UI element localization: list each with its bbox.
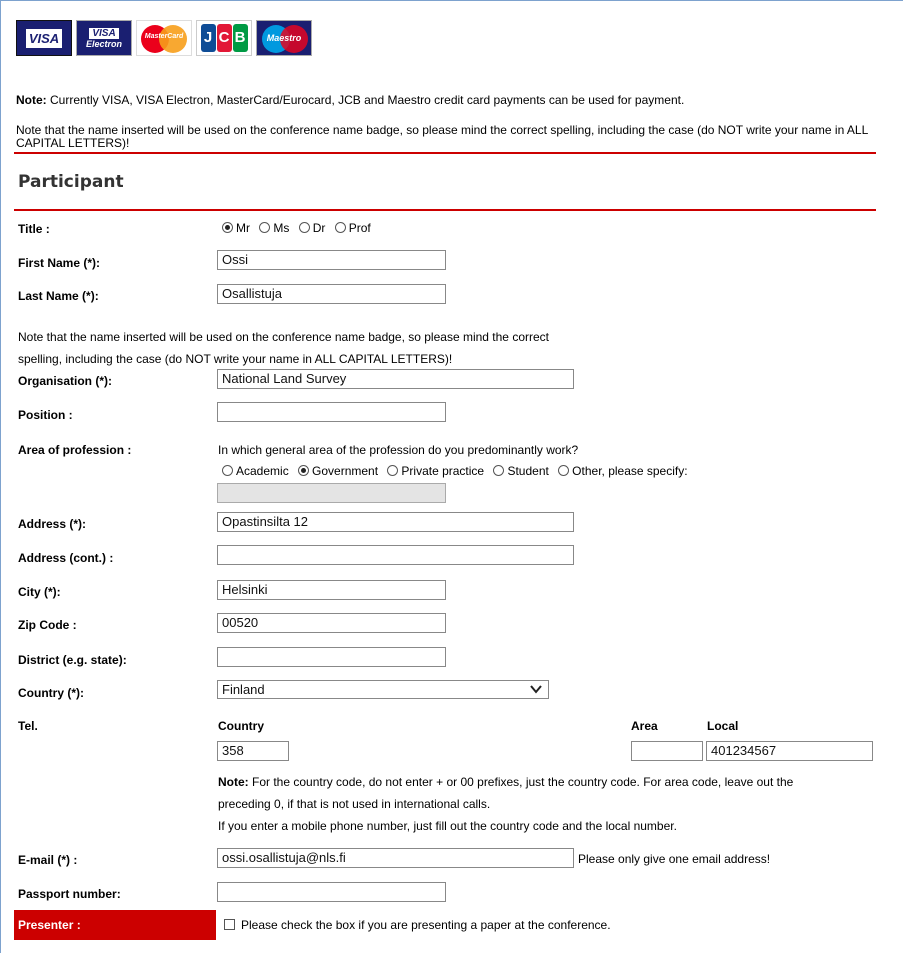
area-question: In which general area of the profession …: [218, 443, 579, 457]
visa-logo: VISA: [16, 20, 72, 56]
email-input[interactable]: ossi.osallistuja@nls.fi: [217, 848, 574, 868]
address2-input[interactable]: [217, 545, 574, 565]
position-label: Position :: [18, 408, 73, 422]
first-name-label: First Name (*):: [18, 256, 101, 270]
country-select-value: Finland: [222, 682, 265, 697]
city-label: City (*):: [18, 585, 61, 599]
zip-label: Zip Code :: [18, 618, 77, 632]
city-input[interactable]: Helsinki: [217, 580, 446, 600]
visa-electron-logo: VISA Electron: [76, 20, 132, 56]
divider: [14, 152, 876, 154]
address-input[interactable]: Opastinsilta 12: [217, 512, 574, 532]
name-note: Note that the name inserted will be used…: [18, 330, 549, 366]
presenter-text: Please check the box if you are presenti…: [241, 918, 611, 932]
title-radio-group: Mr Ms Dr Prof: [222, 221, 377, 235]
passport-input[interactable]: [217, 882, 446, 902]
address-label: Address (*):: [18, 517, 87, 531]
payment-note: Note: Currently VISA, VISA Electron, Mas…: [16, 93, 685, 107]
chevron-down-icon: [530, 683, 542, 698]
tel-local-input[interactable]: 401234567: [706, 741, 873, 761]
radio-icon[interactable]: [298, 465, 310, 476]
title-option-mr[interactable]: Mr: [222, 221, 250, 235]
radio-icon[interactable]: [298, 222, 310, 233]
presenter-checkbox-row[interactable]: Please check the box if you are presenti…: [224, 918, 611, 932]
mastercard-logo: MasterCard: [136, 20, 192, 56]
tel-area-header: Area: [631, 719, 658, 733]
name-badge-note: Note that the name inserted will be used…: [16, 123, 868, 150]
radio-icon[interactable]: [334, 222, 346, 233]
radio-icon[interactable]: [558, 465, 570, 476]
presenter-checkbox[interactable]: [224, 919, 235, 930]
title-option-dr[interactable]: Dr: [298, 221, 325, 235]
tel-country-header: Country: [218, 719, 264, 733]
last-name-label: Last Name (*):: [18, 289, 99, 303]
email-hint: Please only give one email address!: [578, 852, 771, 866]
area-other-input[interactable]: [217, 483, 446, 503]
last-name-input[interactable]: Osallistuja: [217, 284, 446, 304]
position-input[interactable]: [217, 402, 446, 422]
area-option-private[interactable]: Private practice: [387, 464, 484, 478]
presenter-label: Presenter :: [14, 910, 216, 940]
organisation-label: Organisation (*):: [18, 374, 113, 388]
passport-label: Passport number:: [18, 887, 121, 901]
maestro-logo: Maestro: [256, 20, 312, 56]
title-option-ms[interactable]: Ms: [259, 221, 289, 235]
country-select[interactable]: Finland: [217, 680, 549, 699]
area-option-government[interactable]: Government: [298, 464, 378, 478]
divider: [14, 209, 876, 211]
tel-country-input[interactable]: 358: [217, 741, 289, 761]
radio-icon[interactable]: [222, 465, 233, 476]
tel-area-input[interactable]: [631, 741, 703, 761]
tel-note: Note: For the country code, do not enter…: [218, 775, 794, 833]
card-logos: VISA VISA Electron MasterCard JCB Maestro: [16, 20, 312, 57]
title-option-prof[interactable]: Prof: [334, 221, 371, 235]
organisation-input[interactable]: National Land Survey: [217, 369, 574, 389]
district-input[interactable]: [217, 647, 446, 667]
area-option-academic[interactable]: Academic: [222, 464, 289, 478]
email-label: E-mail (*) :: [18, 853, 78, 867]
area-radio-group: Academic Government Private practice Stu…: [222, 464, 694, 478]
country-label: Country (*):: [18, 686, 84, 700]
tel-label: Tel.: [18, 719, 38, 733]
first-name-input[interactable]: Ossi: [217, 250, 446, 270]
radio-icon[interactable]: [222, 222, 233, 233]
radio-icon[interactable]: [259, 222, 271, 233]
area-option-student[interactable]: Student: [493, 464, 549, 478]
tel-local-header: Local: [707, 719, 739, 733]
area-label: Area of profession :: [18, 443, 132, 457]
zip-input[interactable]: 00520: [217, 613, 446, 633]
radio-icon[interactable]: [387, 465, 399, 476]
jcb-logo: JCB: [196, 20, 252, 56]
address2-label: Address (cont.) :: [18, 551, 114, 565]
district-label: District (e.g. state):: [18, 653, 127, 667]
section-title: Participant: [18, 172, 124, 192]
title-label: Title :: [18, 222, 50, 236]
radio-icon[interactable]: [493, 465, 505, 476]
area-option-other[interactable]: Other, please specify:: [558, 464, 688, 478]
